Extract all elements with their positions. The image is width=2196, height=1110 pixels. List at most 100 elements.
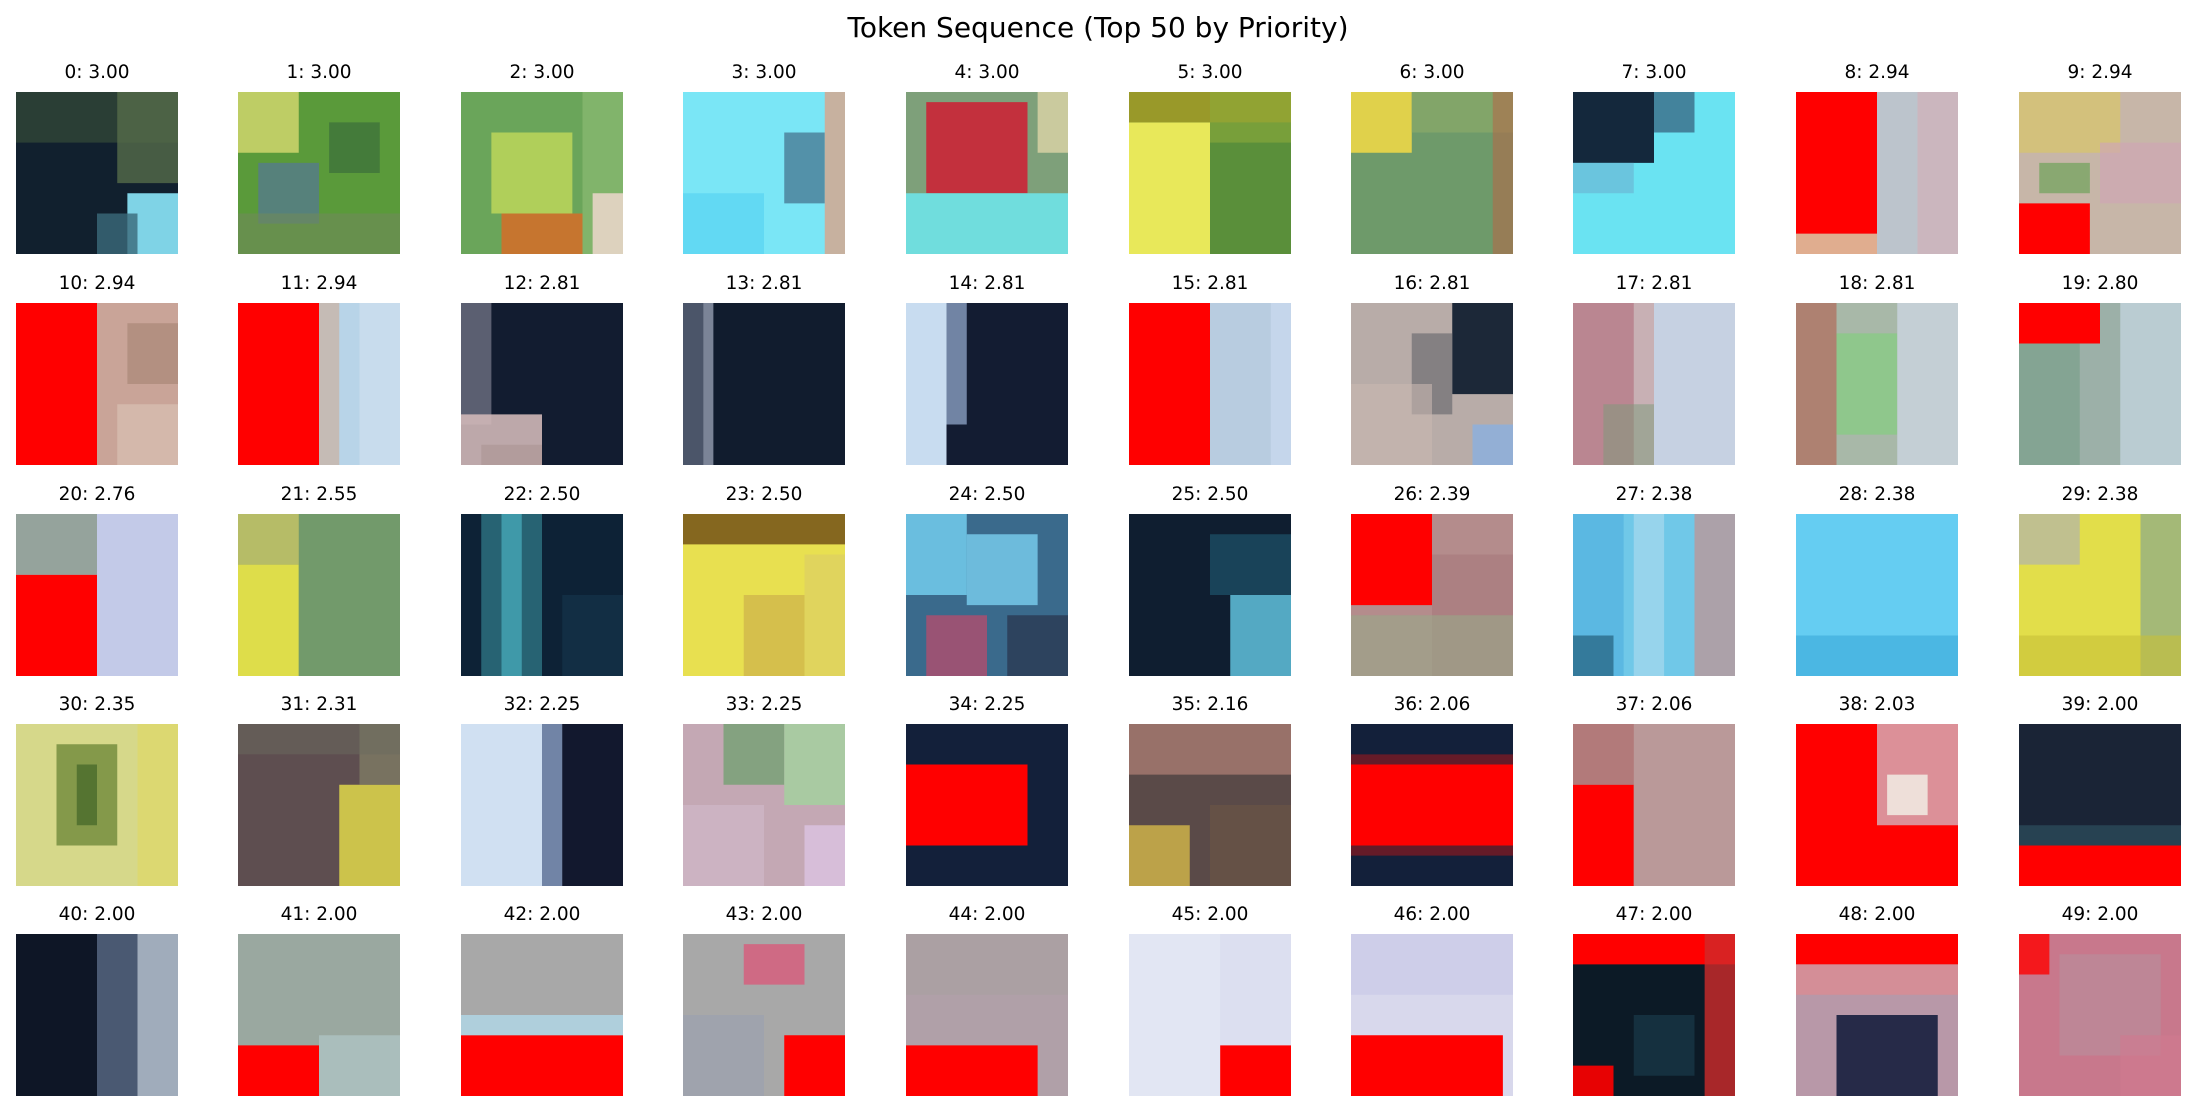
token-tile: 49: 2.00 [2019,904,2181,1096]
token-tile: 31: 2.31 [238,694,400,886]
token-patch-image [683,303,845,465]
token-label: 26: 2.39 [1393,484,1471,505]
token-patch-image [1351,303,1513,465]
token-tile: 9: 2.94 [2019,62,2181,254]
token-tile: 17: 2.81 [1573,273,1735,465]
token-tile: 44: 2.00 [906,904,1068,1096]
token-tile: 48: 2.00 [1796,904,1958,1096]
token-label: 14: 2.81 [948,273,1026,294]
token-label: 44: 2.00 [948,904,1026,925]
token-patch-image [2019,724,2181,886]
token-tile: 32: 2.25 [461,694,623,886]
token-tile: 24: 2.50 [906,484,1068,676]
token-patch-image [16,303,178,465]
token-tile: 28: 2.38 [1796,484,1958,676]
token-label: 25: 2.50 [1171,484,1249,505]
token-tile: 3: 3.00 [683,62,845,254]
token-patch-image [1796,514,1958,676]
token-patch-image [906,724,1068,886]
token-tile: 37: 2.06 [1573,694,1735,886]
token-tile: 40: 2.00 [16,904,178,1096]
token-label: 28: 2.38 [1838,484,1916,505]
token-patch-image [238,514,400,676]
token-label: 21: 2.55 [280,484,358,505]
token-label: 18: 2.81 [1838,273,1916,294]
token-patch-image [1796,934,1958,1096]
token-tile: 29: 2.38 [2019,484,2181,676]
token-label: 29: 2.38 [2061,484,2139,505]
token-tile: 14: 2.81 [906,273,1068,465]
token-patch-image [461,514,623,676]
token-label: 20: 2.76 [58,484,136,505]
token-patch-image [1351,724,1513,886]
token-tile: 22: 2.50 [461,484,623,676]
token-tile: 1: 3.00 [238,62,400,254]
token-patch-image [1573,724,1735,886]
token-patch-image [1129,92,1291,254]
token-label: 27: 2.38 [1615,484,1693,505]
token-patch-image [906,92,1068,254]
token-label: 37: 2.06 [1615,694,1693,715]
token-patch-image [906,934,1068,1096]
token-tile: 12: 2.81 [461,273,623,465]
token-patch-image [238,92,400,254]
token-label: 10: 2.94 [58,273,136,294]
token-patch-image [906,303,1068,465]
token-tile: 11: 2.94 [238,273,400,465]
token-tile: 2: 3.00 [461,62,623,254]
token-patch-image [1129,303,1291,465]
token-label: 5: 3.00 [1177,62,1243,83]
token-label: 11: 2.94 [280,273,358,294]
token-label: 4: 3.00 [954,62,1020,83]
token-tile: 0: 3.00 [16,62,178,254]
token-patch-image [16,514,178,676]
token-label: 24: 2.50 [948,484,1026,505]
token-patch-image [1129,934,1291,1096]
token-label: 32: 2.25 [503,694,581,715]
token-patch-image [1573,934,1735,1096]
token-tile: 35: 2.16 [1129,694,1291,886]
token-tile: 38: 2.03 [1796,694,1958,886]
token-tile: 33: 2.25 [683,694,845,886]
token-grid: 0: 3.00 1: 3.00 2: 3.00 3: 3.00 4: 3.00 5: 3.… [0,0,2196,1110]
token-label: 39: 2.00 [2061,694,2139,715]
token-tile: 36: 2.06 [1351,694,1513,886]
token-label: 49: 2.00 [2061,904,2139,925]
token-label: 38: 2.03 [1838,694,1916,715]
token-label: 22: 2.50 [503,484,581,505]
token-label: 15: 2.81 [1171,273,1249,294]
token-tile: 7: 3.00 [1573,62,1735,254]
token-tile: 39: 2.00 [2019,694,2181,886]
token-label: 3: 3.00 [731,62,797,83]
token-tile: 10: 2.94 [16,273,178,465]
token-label: 47: 2.00 [1615,904,1693,925]
token-patch-image [906,514,1068,676]
token-label: 9: 2.94 [2067,62,2133,83]
token-tile: 43: 2.00 [683,904,845,1096]
token-tile: 21: 2.55 [238,484,400,676]
token-label: 45: 2.00 [1171,904,1249,925]
token-patch-image [461,724,623,886]
token-tile: 4: 3.00 [906,62,1068,254]
token-patch-image [1129,724,1291,886]
token-patch-image [1351,514,1513,676]
token-patch-image [2019,303,2181,465]
token-label: 13: 2.81 [725,273,803,294]
token-patch-image [16,934,178,1096]
token-label: 31: 2.31 [280,694,358,715]
token-tile: 47: 2.00 [1573,904,1735,1096]
token-patch-image [461,303,623,465]
token-patch-image [683,514,845,676]
token-label: 42: 2.00 [503,904,581,925]
token-tile: 18: 2.81 [1796,273,1958,465]
token-patch-image [2019,514,2181,676]
token-label: 35: 2.16 [1171,694,1249,715]
token-patch-image [683,934,845,1096]
token-patch-image [1796,92,1958,254]
token-tile: 19: 2.80 [2019,273,2181,465]
token-tile: 23: 2.50 [683,484,845,676]
token-label: 2: 3.00 [509,62,575,83]
token-patch-image [238,303,400,465]
token-label: 40: 2.00 [58,904,136,925]
token-patch-image [683,92,845,254]
